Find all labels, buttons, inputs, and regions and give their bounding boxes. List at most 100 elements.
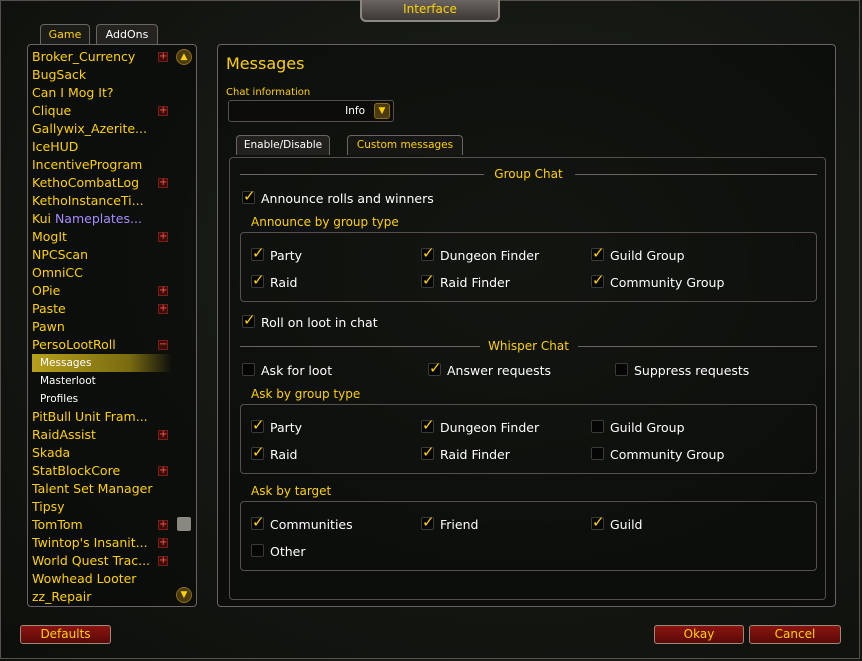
ask-for-loot-checkbox[interactable]: Ask for loot bbox=[242, 363, 332, 379]
checkbox-mark-icon[interactable] bbox=[251, 416, 265, 434]
addon-list-item[interactable]: MogIt + bbox=[32, 228, 172, 246]
ask-party-checkbox[interactable]: Party bbox=[251, 416, 302, 436]
addon-list-item[interactable]: OmniCC bbox=[32, 264, 172, 282]
checkbox-mark-icon[interactable] bbox=[428, 359, 442, 377]
target-other-checkbox[interactable]: Other bbox=[251, 544, 306, 560]
addon-list-item[interactable]: PitBull Unit Fram... bbox=[32, 408, 172, 426]
announce-raid-finder-checkbox[interactable]: Raid Finder bbox=[421, 271, 510, 291]
addon-list-item[interactable]: Wowhead Looter bbox=[32, 570, 172, 588]
checkbox-mark-icon[interactable] bbox=[242, 311, 256, 329]
chevron-down-icon[interactable]: ▼ bbox=[374, 103, 390, 119]
expand-icon[interactable]: + bbox=[158, 178, 168, 188]
scroll-down-icon[interactable]: ▼ bbox=[176, 587, 192, 603]
expand-icon[interactable]: + bbox=[158, 52, 168, 62]
addon-list-item[interactable]: Kui Nameplates... bbox=[32, 210, 172, 228]
expand-icon[interactable]: + bbox=[158, 106, 168, 116]
addon-list-item[interactable]: Skada bbox=[32, 444, 172, 462]
announce-guild-group-checkbox[interactable]: Guild Group bbox=[591, 244, 685, 264]
checkbox-mark-icon[interactable] bbox=[251, 443, 265, 461]
ask-guild-group-checkbox[interactable]: Guild Group bbox=[591, 420, 685, 436]
ask-community-group-checkbox[interactable]: Community Group bbox=[591, 447, 724, 463]
suppress-requests-checkbox[interactable]: Suppress requests bbox=[615, 363, 749, 379]
tab-addons[interactable]: AddOns bbox=[96, 24, 158, 44]
addon-list-item[interactable]: Profiles bbox=[32, 390, 172, 408]
checkbox-mark-icon[interactable] bbox=[615, 363, 628, 376]
tab-enable-disable[interactable]: Enable/Disable bbox=[236, 135, 330, 155]
collapse-icon[interactable]: − bbox=[158, 340, 168, 350]
announce-community-group-checkbox[interactable]: Community Group bbox=[591, 271, 724, 291]
checkbox-mark-icon[interactable] bbox=[591, 420, 604, 433]
expand-icon[interactable]: + bbox=[158, 466, 168, 476]
scroll-thumb[interactable] bbox=[177, 517, 191, 531]
expand-icon[interactable]: + bbox=[158, 304, 168, 314]
addon-list-item[interactable]: Masterloot bbox=[32, 372, 172, 390]
addon-item-label: KethoInstanceTi... bbox=[32, 193, 144, 208]
checkbox-mark-icon[interactable] bbox=[251, 544, 264, 557]
announce-dungeon-finder-checkbox[interactable]: Dungeon Finder bbox=[421, 244, 539, 264]
addon-list-item[interactable]: Pawn bbox=[32, 318, 172, 336]
checkbox-mark-icon[interactable] bbox=[242, 187, 256, 205]
expand-icon[interactable]: + bbox=[158, 430, 168, 440]
expand-icon[interactable]: + bbox=[158, 556, 168, 566]
checkbox-mark-icon[interactable] bbox=[242, 363, 255, 376]
ask-raid-finder-checkbox[interactable]: Raid Finder bbox=[421, 443, 510, 463]
expand-icon[interactable]: + bbox=[158, 286, 168, 296]
addon-list-item[interactable]: Talent Set Manager bbox=[32, 480, 172, 498]
announce-rolls-checkbox[interactable]: Announce rolls and winners bbox=[242, 187, 434, 207]
cancel-button[interactable]: Cancel bbox=[749, 625, 841, 644]
scroll-up-icon[interactable]: ▲ bbox=[176, 49, 192, 65]
checkbox-mark-icon[interactable] bbox=[251, 271, 265, 289]
checkbox-mark-icon[interactable] bbox=[591, 513, 605, 531]
addon-list-item[interactable]: TomTom + bbox=[32, 516, 172, 534]
checkbox-mark-icon[interactable] bbox=[591, 271, 605, 289]
addon-list-item[interactable]: Messages bbox=[32, 354, 172, 372]
answer-requests-checkbox[interactable]: Answer requests bbox=[428, 359, 551, 379]
addon-list-item[interactable]: Twintop's Insanit... + bbox=[32, 534, 172, 552]
addon-list-item[interactable]: RaidAssist + bbox=[32, 426, 172, 444]
addon-list-item[interactable]: Paste + bbox=[32, 300, 172, 318]
checkbox-mark-icon[interactable] bbox=[421, 443, 435, 461]
addon-list-item[interactable]: Broker_Currency + bbox=[32, 48, 172, 66]
announce-party-checkbox[interactable]: Party bbox=[251, 244, 302, 264]
tab-custom-messages[interactable]: Custom messages bbox=[347, 135, 463, 155]
addon-list-item[interactable]: IceHUD bbox=[32, 138, 172, 156]
checkbox-mark-icon[interactable] bbox=[421, 416, 435, 434]
ask-dungeon-finder-checkbox[interactable]: Dungeon Finder bbox=[421, 416, 539, 436]
addon-list-item[interactable]: Tipsy bbox=[32, 498, 172, 516]
expand-icon[interactable]: + bbox=[158, 538, 168, 548]
checkbox-mark-icon[interactable] bbox=[591, 244, 605, 262]
addon-item-label: Masterloot bbox=[40, 375, 96, 387]
checkbox-mark-icon[interactable] bbox=[421, 513, 435, 531]
defaults-button[interactable]: Defaults bbox=[20, 625, 111, 644]
addon-list-item[interactable]: Clique + bbox=[32, 102, 172, 120]
addon-list-item[interactable]: NPCScan bbox=[32, 246, 172, 264]
checkbox-mark-icon[interactable] bbox=[421, 271, 435, 289]
target-communities-checkbox[interactable]: Communities bbox=[251, 513, 353, 533]
chat-info-dropdown[interactable]: Info ▼ bbox=[228, 100, 394, 122]
addon-list-scrollbar[interactable]: ▲ ▼ bbox=[176, 49, 192, 603]
addon-list-item[interactable]: PersoLootRoll − bbox=[32, 336, 172, 354]
addon-list-item[interactable]: zz_Repair bbox=[32, 588, 172, 606]
addon-list-item[interactable]: OPie + bbox=[32, 282, 172, 300]
tab-game[interactable]: Game bbox=[40, 24, 90, 44]
okay-button[interactable]: Okay bbox=[654, 625, 744, 644]
addon-list-item[interactable]: Can I Mog It? bbox=[32, 84, 172, 102]
addon-list-item[interactable]: KethoCombatLog + bbox=[32, 174, 172, 192]
roll-on-loot-checkbox[interactable]: Roll on loot in chat bbox=[242, 311, 378, 331]
checkbox-mark-icon[interactable] bbox=[251, 244, 265, 262]
checkbox-mark-icon[interactable] bbox=[251, 513, 265, 531]
addon-list-item[interactable]: StatBlockCore + bbox=[32, 462, 172, 480]
addon-list-item[interactable]: Gallywix_Azerite... bbox=[32, 120, 172, 138]
expand-icon[interactable]: + bbox=[158, 520, 168, 530]
checkbox-mark-icon[interactable] bbox=[591, 447, 604, 460]
addon-list-item[interactable]: KethoInstanceTi... bbox=[32, 192, 172, 210]
addon-list-item[interactable]: IncentiveProgram bbox=[32, 156, 172, 174]
addon-list-item[interactable]: World Quest Trac... + bbox=[32, 552, 172, 570]
addon-list-item[interactable]: BugSack bbox=[32, 66, 172, 84]
target-guild-checkbox[interactable]: Guild bbox=[591, 513, 643, 533]
announce-raid-checkbox[interactable]: Raid bbox=[251, 271, 297, 291]
expand-icon[interactable]: + bbox=[158, 232, 168, 242]
ask-raid-checkbox[interactable]: Raid bbox=[251, 443, 297, 463]
target-friend-checkbox[interactable]: Friend bbox=[421, 513, 478, 533]
checkbox-mark-icon[interactable] bbox=[421, 244, 435, 262]
